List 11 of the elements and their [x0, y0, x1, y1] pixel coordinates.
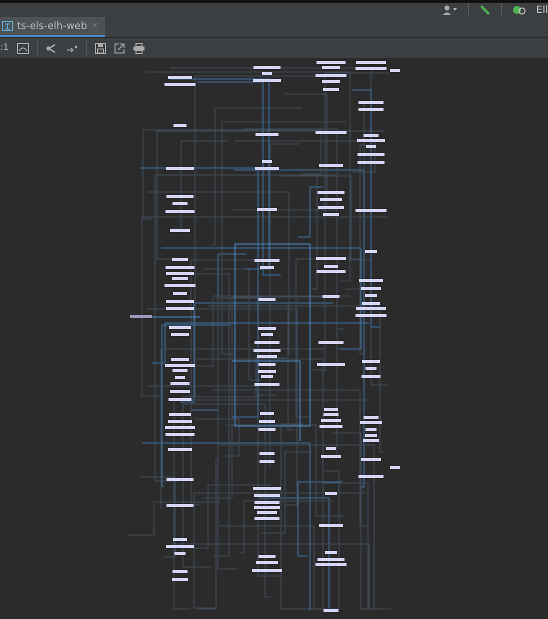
diagram-icon: [2, 21, 13, 31]
fit-content-icon[interactable]: [16, 42, 29, 54]
layout-icon[interactable]: [46, 42, 58, 54]
user-icon[interactable]: [442, 5, 458, 15]
print-icon[interactable]: [132, 42, 145, 54]
actual-size-button[interactable]: :1: [0, 43, 9, 53]
export-icon[interactable]: [114, 42, 125, 54]
run-config-label[interactable]: Ell: [536, 4, 548, 16]
save-icon[interactable]: [94, 42, 106, 54]
editor-tab[interactable]: ts-els-elh-web ×: [0, 17, 105, 37]
run-config-icon[interactable]: [512, 5, 526, 15]
